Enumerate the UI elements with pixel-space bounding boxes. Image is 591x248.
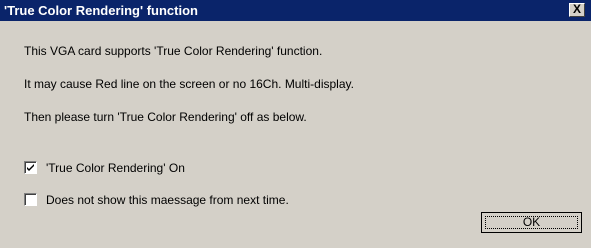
dialog-window: 'True Color Rendering' function X This V… xyxy=(0,0,591,248)
true-color-checkbox[interactable] xyxy=(24,161,37,174)
message-line-1: This VGA card supports 'True Color Rende… xyxy=(24,44,323,58)
true-color-checkbox-label: 'True Color Rendering' On xyxy=(46,161,185,175)
ok-button[interactable]: OK xyxy=(481,212,582,233)
ok-button-label: OK xyxy=(522,215,541,229)
title-bar[interactable]: 'True Color Rendering' function X xyxy=(0,0,591,21)
close-button[interactable]: X xyxy=(569,3,585,17)
window-title: 'True Color Rendering' function xyxy=(4,3,198,18)
close-icon: X xyxy=(572,2,581,16)
dont-show-checkbox[interactable] xyxy=(24,193,37,206)
message-line-3: Then please turn 'True Color Rendering' … xyxy=(24,110,307,124)
message-line-2: It may cause Red line on the screen or n… xyxy=(24,77,354,91)
dont-show-checkbox-label: Does not show this maessage from next ti… xyxy=(46,193,289,207)
checkmark-icon xyxy=(27,164,34,171)
